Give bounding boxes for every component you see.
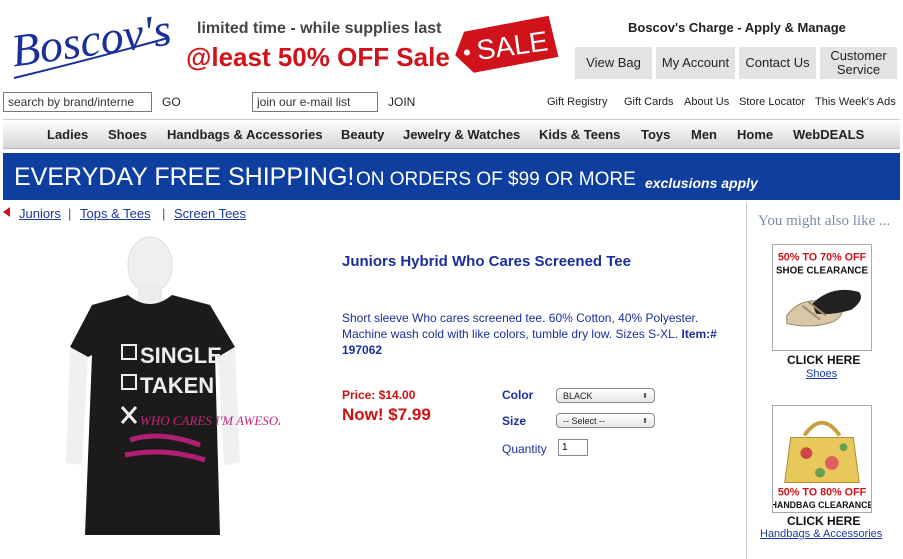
- product-original-price: Price: $14.00: [342, 388, 416, 402]
- handbag-clearance-ad[interactable]: 50% TO 80% OFF HANDBAG CLEARANCE: [772, 405, 872, 513]
- ad2-handbags-link[interactable]: Handbags & Accessories: [760, 528, 882, 540]
- shoe-clearance-ad[interactable]: 50% TO 70% OFF SHOE CLEARANCE: [772, 244, 872, 351]
- nav-home[interactable]: Home: [737, 127, 773, 142]
- contact-us-button[interactable]: Contact Us: [739, 47, 818, 79]
- gift-registry-link[interactable]: Gift Registry: [547, 96, 608, 108]
- color-label: Color: [502, 388, 534, 402]
- quantity-label: Quantity: [502, 442, 547, 456]
- breadcrumb-separator: |: [68, 206, 72, 221]
- breadcrumb-separator: |: [162, 206, 166, 221]
- shipping-sub-text: ON ORDERS OF $99 OR MORE: [356, 169, 636, 190]
- go-button[interactable]: GO: [162, 95, 181, 109]
- quantity-input[interactable]: [558, 439, 588, 456]
- nav-jewelry[interactable]: Jewelry & Watches: [403, 127, 520, 142]
- nav-webdeals[interactable]: WebDEALS: [793, 127, 864, 142]
- breadcrumb-tops-tees[interactable]: Tops & Tees: [80, 206, 151, 221]
- svg-text:Boscov's: Boscov's: [8, 8, 173, 76]
- ad1-headline: 50% TO 70% OFF: [778, 252, 867, 264]
- boscovs-logo[interactable]: Boscov's: [8, 8, 173, 86]
- product-image[interactable]: SINGLE TAKEN WHO CARES I'M AWESOME: [30, 235, 280, 555]
- shirt-text-single: SINGLE: [140, 343, 222, 368]
- ad1-sub: SHOE CLEARANCE: [776, 265, 868, 276]
- nav-handbags[interactable]: Handbags & Accessories: [167, 127, 323, 142]
- email-signup-input[interactable]: [252, 92, 378, 112]
- gift-cards-link[interactable]: Gift Cards: [624, 96, 674, 108]
- weekly-ads-link[interactable]: This Week's Ads: [815, 96, 896, 108]
- ad2-sub: HANDBAG CLEARANCE: [772, 500, 872, 510]
- product-description: Short sleeve Who cares screened tee. 60%…: [342, 310, 722, 358]
- nav-men[interactable]: Men: [691, 127, 717, 142]
- ad1-shoes-link[interactable]: Shoes: [806, 368, 837, 380]
- breadcrumb-back-arrow-icon[interactable]: [3, 207, 10, 217]
- product-description-text: Short sleeve Who cares screened tee. 60%…: [342, 311, 699, 341]
- size-label: Size: [502, 414, 527, 428]
- ad2-click-here[interactable]: CLICK HERE: [787, 514, 860, 528]
- breadcrumb-juniors[interactable]: Juniors: [19, 206, 61, 221]
- breadcrumb-screen-tees[interactable]: Screen Tees: [174, 206, 246, 221]
- shirt-text-taken: TAKEN: [140, 373, 214, 398]
- promo-line2: @least 50% OFF Sale: [186, 42, 450, 72]
- join-button[interactable]: JOIN: [388, 95, 415, 109]
- my-account-button[interactable]: My Account: [656, 47, 737, 79]
- shirt-text-awesome: WHO CARES I'M AWESOME: [140, 413, 280, 428]
- size-select[interactable]: -- Select -- ⬍: [556, 413, 655, 428]
- view-bag-button[interactable]: View Bag: [575, 47, 654, 79]
- promo-line1: limited time - while supplies last: [197, 20, 442, 37]
- nav-kids[interactable]: Kids & Teens: [539, 127, 620, 142]
- ad2-headline: 50% TO 80% OFF: [778, 486, 867, 498]
- sale-tag[interactable]: SALE: [452, 12, 560, 74]
- nav-beauty[interactable]: Beauty: [341, 127, 384, 142]
- store-locator-link[interactable]: Store Locator: [739, 96, 805, 108]
- customer-service-button[interactable]: Customer Service: [820, 47, 899, 79]
- ad1-click-here[interactable]: CLICK HERE: [787, 353, 860, 367]
- nav-toys[interactable]: Toys: [641, 127, 670, 142]
- select-arrows-icon: ⬍: [642, 392, 648, 400]
- sidebar-title: You might also like ...: [758, 213, 891, 229]
- size-select-value: -- Select --: [563, 415, 606, 426]
- color-select[interactable]: BLACK ⬍: [556, 388, 655, 403]
- product-sale-price: Now! $7.99: [342, 405, 431, 424]
- search-input[interactable]: [3, 92, 152, 112]
- nav-ladies[interactable]: Ladies: [47, 127, 88, 142]
- product-title: Juniors Hybrid Who Cares Screened Tee: [342, 253, 631, 270]
- shipping-main-text: EVERYDAY FREE SHIPPING!: [14, 163, 355, 191]
- about-us-link[interactable]: About Us: [684, 96, 729, 108]
- shipping-exclusions[interactable]: exclusions apply: [645, 175, 758, 191]
- nav-shoes[interactable]: Shoes: [108, 127, 147, 142]
- select-arrows-icon: ⬍: [642, 417, 648, 425]
- charge-link[interactable]: Boscov's Charge - Apply & Manage: [628, 20, 846, 35]
- color-select-value: BLACK: [563, 390, 593, 401]
